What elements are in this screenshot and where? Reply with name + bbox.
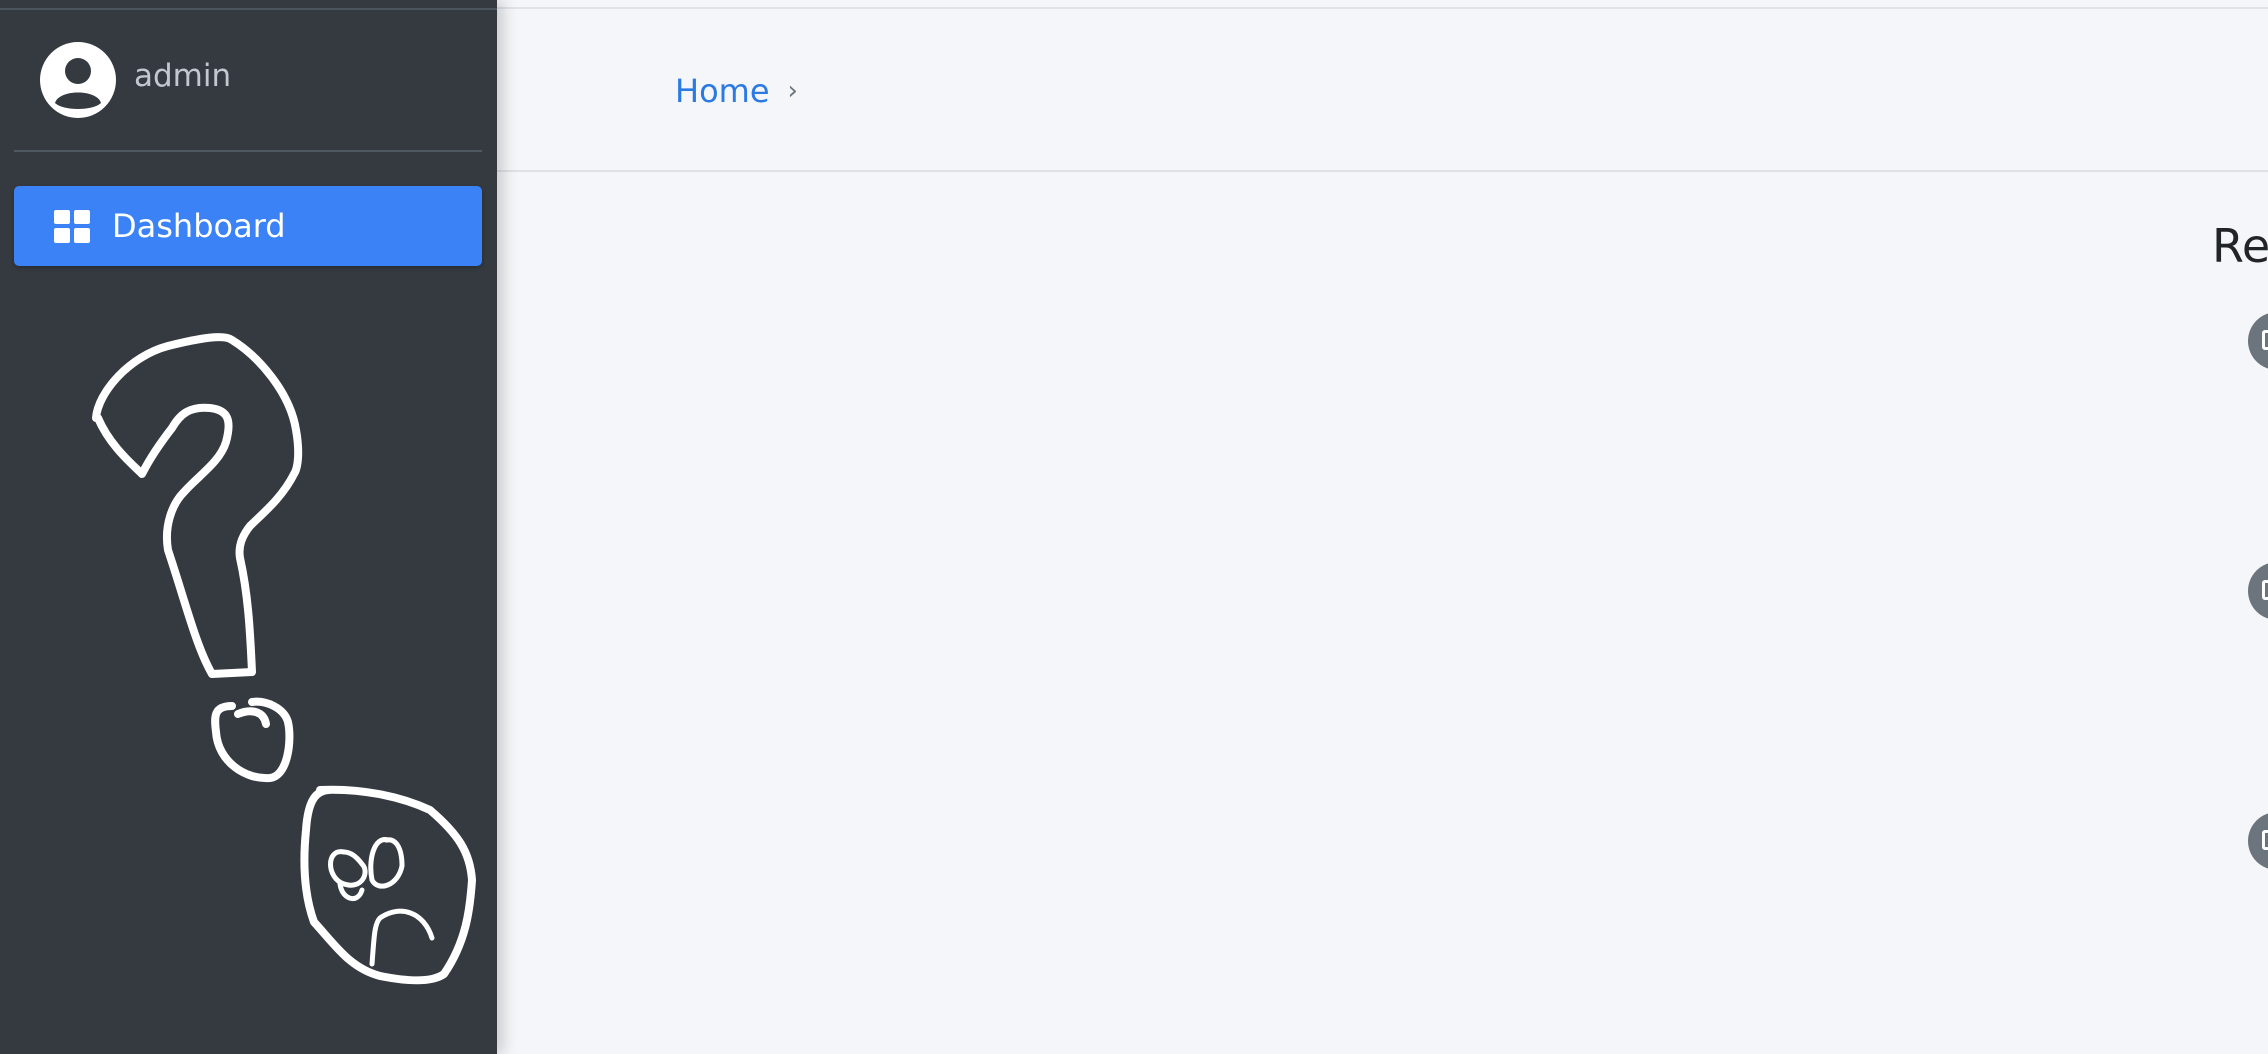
sidebar-item-dashboard[interactable]: Dashboard bbox=[14, 186, 482, 266]
sidebar: admin Dashboard bbox=[0, 0, 497, 1054]
calendar-icon bbox=[2262, 580, 2268, 600]
breadcrumb: Home › bbox=[675, 71, 798, 111]
breadcrumb-separator: › bbox=[787, 76, 798, 106]
section-title: Re bbox=[2212, 219, 2268, 273]
sidebar-divider bbox=[0, 8, 497, 10]
question-mark-doodle-icon bbox=[92, 333, 476, 985]
user-name[interactable]: admin bbox=[134, 56, 231, 96]
sidebar-item-label: Dashboard bbox=[112, 207, 286, 245]
user-panel[interactable]: admin bbox=[14, 36, 482, 152]
calendar-icon bbox=[2262, 330, 2268, 350]
content-header: Home › bbox=[497, 9, 2268, 172]
user-circle-icon bbox=[40, 42, 116, 118]
timeline-item-icon bbox=[2248, 562, 2268, 620]
calendar-icon bbox=[2262, 830, 2268, 850]
timeline-item-icon bbox=[2248, 312, 2268, 370]
timeline-item-icon bbox=[2248, 812, 2268, 870]
breadcrumb-home-link[interactable]: Home bbox=[675, 71, 770, 111]
dashboard-grid-icon bbox=[54, 210, 90, 243]
